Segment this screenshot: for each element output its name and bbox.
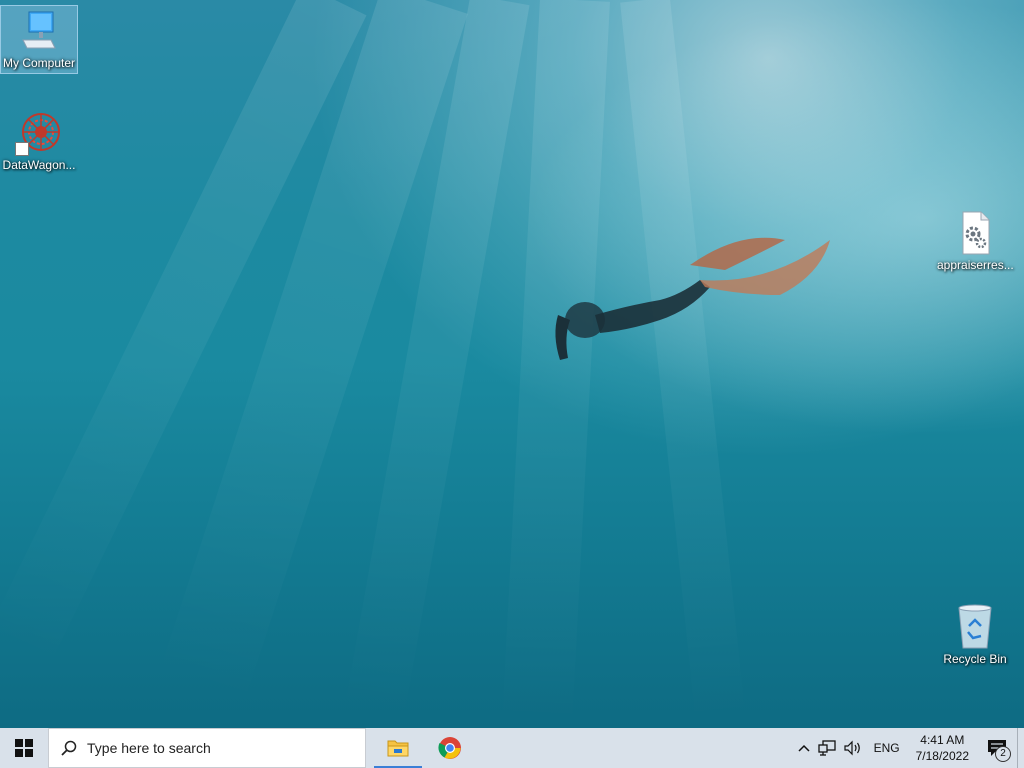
desktop-icon-recycle-bin[interactable]: Recycle Bin: [937, 598, 1013, 666]
language-indicator[interactable]: ENG: [866, 728, 908, 768]
desktop-icon-label: My Computer: [2, 56, 76, 70]
clock-time: 4:41 AM: [920, 733, 965, 747]
notification-count-badge: 2: [995, 746, 1011, 762]
swimmer-image: [555, 237, 830, 360]
desktop-icon-label: appraiserres...: [937, 258, 1014, 272]
action-center-button[interactable]: 2: [977, 728, 1017, 768]
speaker-icon: [843, 740, 860, 756]
network-button[interactable]: [814, 728, 840, 768]
search-placeholder: Type here to search: [87, 740, 211, 756]
show-desktop-button[interactable]: [1017, 728, 1024, 768]
desktop[interactable]: My Computer DataWagon... appraiserres...…: [0, 0, 1024, 728]
desktop-icon-label: Recycle Bin: [943, 652, 1007, 666]
show-hidden-icons-button[interactable]: [794, 728, 814, 768]
clock[interactable]: 4:41 AM 7/18/2022: [908, 732, 977, 764]
desktop-icon-appraiserres[interactable]: appraiserres...: [937, 204, 1014, 272]
taskbar-chrome[interactable]: [426, 728, 474, 768]
computer-icon: [19, 10, 59, 54]
shortcut-arrow-icon: [15, 142, 29, 156]
recycle-bin-icon: [951, 602, 999, 650]
system-tray: ENG 4:41 AM 7/18/2022 2: [794, 728, 1024, 768]
chrome-icon: [438, 737, 461, 759]
volume-button[interactable]: [840, 728, 866, 768]
network-icon: [817, 740, 836, 756]
windows-icon: [15, 739, 33, 757]
desktop-icon-datawagon[interactable]: DataWagon...: [1, 104, 77, 172]
file-explorer-icon: [387, 740, 409, 757]
desktop-icon-label: DataWagon...: [2, 158, 76, 172]
settings-file-icon: [951, 208, 999, 256]
datawagon-icon: [15, 108, 63, 156]
desktop-icon-my-computer[interactable]: My Computer: [0, 5, 78, 74]
taskbar-file-explorer[interactable]: [374, 728, 422, 768]
clock-date: 7/18/2022: [915, 749, 969, 763]
search-icon: [61, 740, 77, 756]
start-button[interactable]: [0, 728, 48, 768]
chevron-up-icon: [798, 744, 810, 752]
search-input[interactable]: Type here to search: [48, 728, 366, 768]
taskbar: Type here to search ENG 4:41 AM 7/18/202…: [0, 728, 1024, 768]
